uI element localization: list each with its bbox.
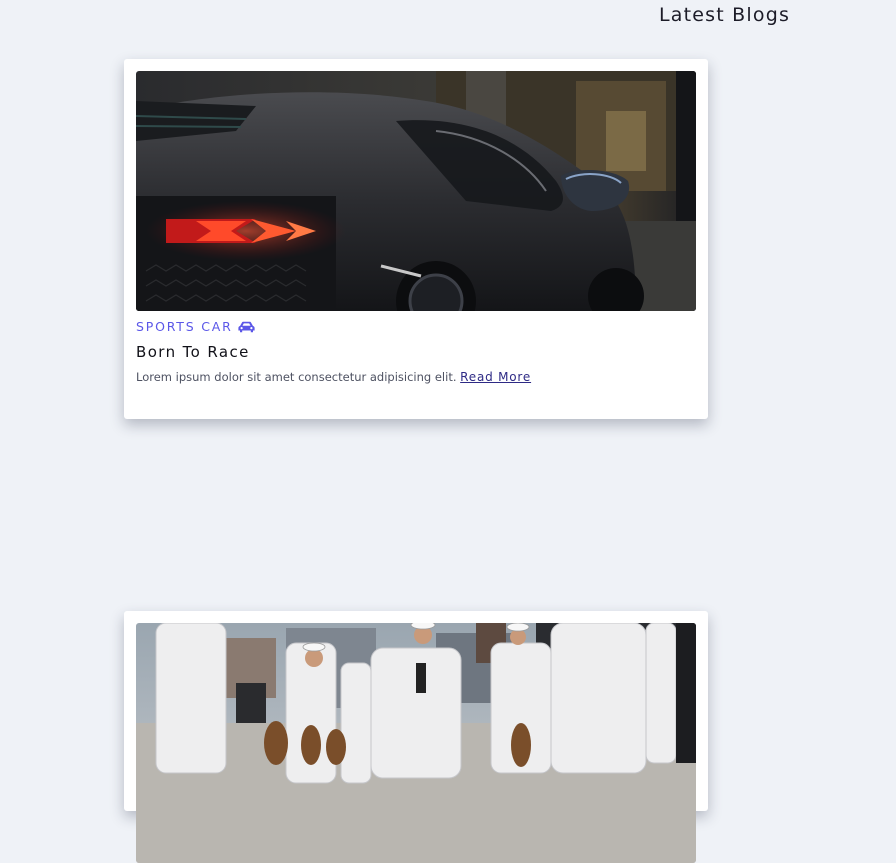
section-title: Latest Blogs (659, 4, 791, 26)
post-excerpt-text: Lorem ipsum dolor sit amet consectetur a… (136, 370, 457, 384)
sports-car-photo (136, 71, 696, 311)
post-category: SPORTS CAR (136, 320, 696, 334)
post-title: Born To Race (136, 343, 250, 361)
post-excerpt: Lorem ipsum dolor sit amet consectetur a… (136, 370, 696, 384)
sailors-photo (136, 623, 696, 863)
read-more-link[interactable]: Read More (460, 370, 531, 384)
blog-card: SPORTS CAR Born To Race Lorem ipsum dolo… (124, 59, 708, 419)
blog-card-image[interactable] (136, 623, 696, 863)
blog-card-image[interactable] (136, 71, 696, 311)
post-category-label: SPORTS CAR (136, 319, 233, 334)
blog-card (124, 611, 708, 863)
car-icon (238, 321, 255, 333)
